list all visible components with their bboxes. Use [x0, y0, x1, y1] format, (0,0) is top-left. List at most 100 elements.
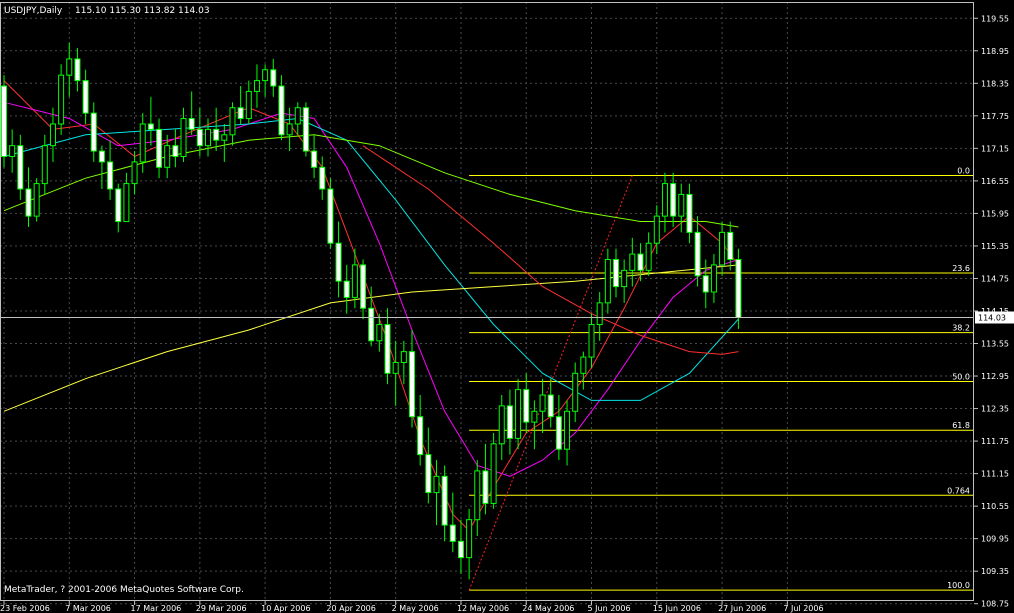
y-tick-label: 117.75	[981, 112, 1009, 121]
candle-body-bear	[613, 258, 619, 288]
candle-body-bear	[270, 69, 277, 87]
chart-ohlc: 115.10 115.30 113.82 114.03	[75, 6, 210, 16]
y-tick-label: 115.35	[981, 242, 1009, 251]
candle-body-bull	[572, 372, 579, 412]
fib-level-label: 50.0	[952, 372, 970, 381]
candle-body-bull	[596, 302, 603, 326]
candle-body-bear	[188, 118, 195, 130]
candle-body-bear	[147, 123, 154, 130]
x-tick-label: 10 Apr 2006	[261, 604, 310, 613]
candle-body-bull	[474, 470, 481, 521]
y-tick-label: 109.35	[981, 567, 1009, 576]
y-tick-label: 114.15	[981, 307, 1009, 316]
candle-body-bull	[719, 231, 726, 266]
candle-body-bear	[670, 183, 677, 217]
chart-background	[0, 0, 1014, 613]
y-tick-label: 117.15	[981, 144, 1009, 153]
y-tick-label: 113.55	[981, 340, 1009, 349]
candle-body-bear	[302, 107, 309, 152]
candle-body-bull	[131, 161, 138, 185]
y-tick-label: 112.95	[981, 372, 1009, 381]
candle-body-bear	[702, 275, 709, 293]
candle-body-bear	[172, 145, 179, 157]
candle-body-bull	[164, 145, 171, 168]
fib-level-label: 100.0	[947, 581, 970, 590]
y-tick-label: 115.95	[981, 209, 1009, 218]
candle-body-bull	[294, 107, 301, 125]
candle-body-bull	[58, 74, 65, 125]
fib-level-label: 0.764	[947, 486, 970, 495]
y-tick-label: 108.75	[981, 600, 1009, 609]
chart-title: USDJPY,Daily	[4, 6, 63, 16]
candle-body-bear	[360, 264, 367, 309]
candle-body-bear	[237, 107, 244, 120]
candle-body-bull	[678, 193, 685, 217]
candle-body-bull	[400, 351, 407, 363]
y-tick-label: 116.55	[981, 177, 1009, 186]
candle-body-bull	[376, 324, 383, 342]
candle-body-bull	[604, 258, 611, 304]
candle-body-bear	[637, 253, 644, 271]
y-tick-label: 111.75	[981, 437, 1009, 446]
candle-body-bear	[506, 405, 513, 439]
x-tick-label: 5 Jun 2006	[588, 604, 631, 613]
candle-body-bull	[41, 145, 48, 185]
candle-body-bull	[205, 128, 211, 147]
candle-body-bear	[319, 166, 326, 190]
candle-body-bear	[74, 58, 81, 82]
x-tick-label: 24 May 2006	[522, 604, 574, 613]
candle-body-bear	[156, 128, 163, 168]
y-tick-label: 111.15	[981, 470, 1009, 479]
price-chart[interactable]: 0.023.638.250.061.80.764100.0 114.03 119…	[0, 0, 1014, 613]
candle-body-bull	[123, 183, 130, 223]
candle-body-bull	[661, 183, 668, 217]
fib-level-label: 38.2	[952, 324, 970, 333]
candle-body-bear	[1, 85, 7, 157]
candle-body-bear	[384, 324, 391, 374]
candle-body-bull	[139, 123, 146, 163]
candle-body-bull	[245, 90, 252, 120]
candle-body-bull	[49, 123, 56, 147]
x-tick-label: 7 Mar 2006	[65, 604, 111, 613]
x-tick-label: 7 Jul 2006	[783, 604, 823, 613]
candle-body-bear	[311, 150, 318, 168]
candle-body-bull	[621, 269, 628, 288]
candle-body-bear	[17, 145, 24, 190]
candle-body-bull	[629, 253, 636, 271]
y-tick-label: 118.35	[981, 79, 1009, 88]
x-tick-label: 20 Apr 2006	[326, 604, 375, 613]
candle-body-bull	[498, 405, 505, 445]
x-tick-label: 27 Jun 2006	[718, 604, 766, 613]
candle-body-bull	[490, 443, 497, 504]
candle-body-bull	[262, 69, 269, 82]
candle-body-bear	[409, 351, 415, 418]
candle-body-bull	[580, 356, 587, 374]
candle-body-bear	[686, 193, 693, 233]
candle-body-bear	[425, 454, 432, 494]
candle-body-bull	[539, 394, 546, 412]
y-tick-label: 114.75	[981, 274, 1009, 283]
candle-body-bear	[694, 231, 701, 277]
candle-body-bull	[286, 123, 293, 136]
fib-level-label: 61.8	[952, 421, 970, 430]
candle-body-bear	[115, 188, 122, 223]
candle-body-bull	[466, 519, 473, 559]
candle-body-bear	[107, 161, 114, 190]
candle-body-bull	[229, 107, 236, 136]
candle-body-bull	[9, 145, 16, 157]
candle-body-bull	[33, 183, 40, 217]
candle-body-bull	[531, 410, 538, 423]
candle-body-bear	[523, 389, 530, 423]
candle-body-bear	[735, 258, 742, 318]
candle-body-bear	[441, 475, 448, 526]
x-tick-label: 29 Mar 2006	[196, 604, 247, 613]
y-tick-label: 110.55	[981, 502, 1009, 511]
candle-body-bull	[351, 264, 358, 298]
candle-body-bear	[335, 242, 342, 282]
candle-body-bear	[482, 470, 489, 504]
candle-body-bull	[392, 361, 399, 374]
candle-body-bear	[213, 128, 220, 141]
candle-body-bull	[564, 410, 571, 450]
y-tick-label: 112.35	[981, 405, 1009, 414]
x-tick-label: 17 Mar 2006	[131, 604, 182, 613]
